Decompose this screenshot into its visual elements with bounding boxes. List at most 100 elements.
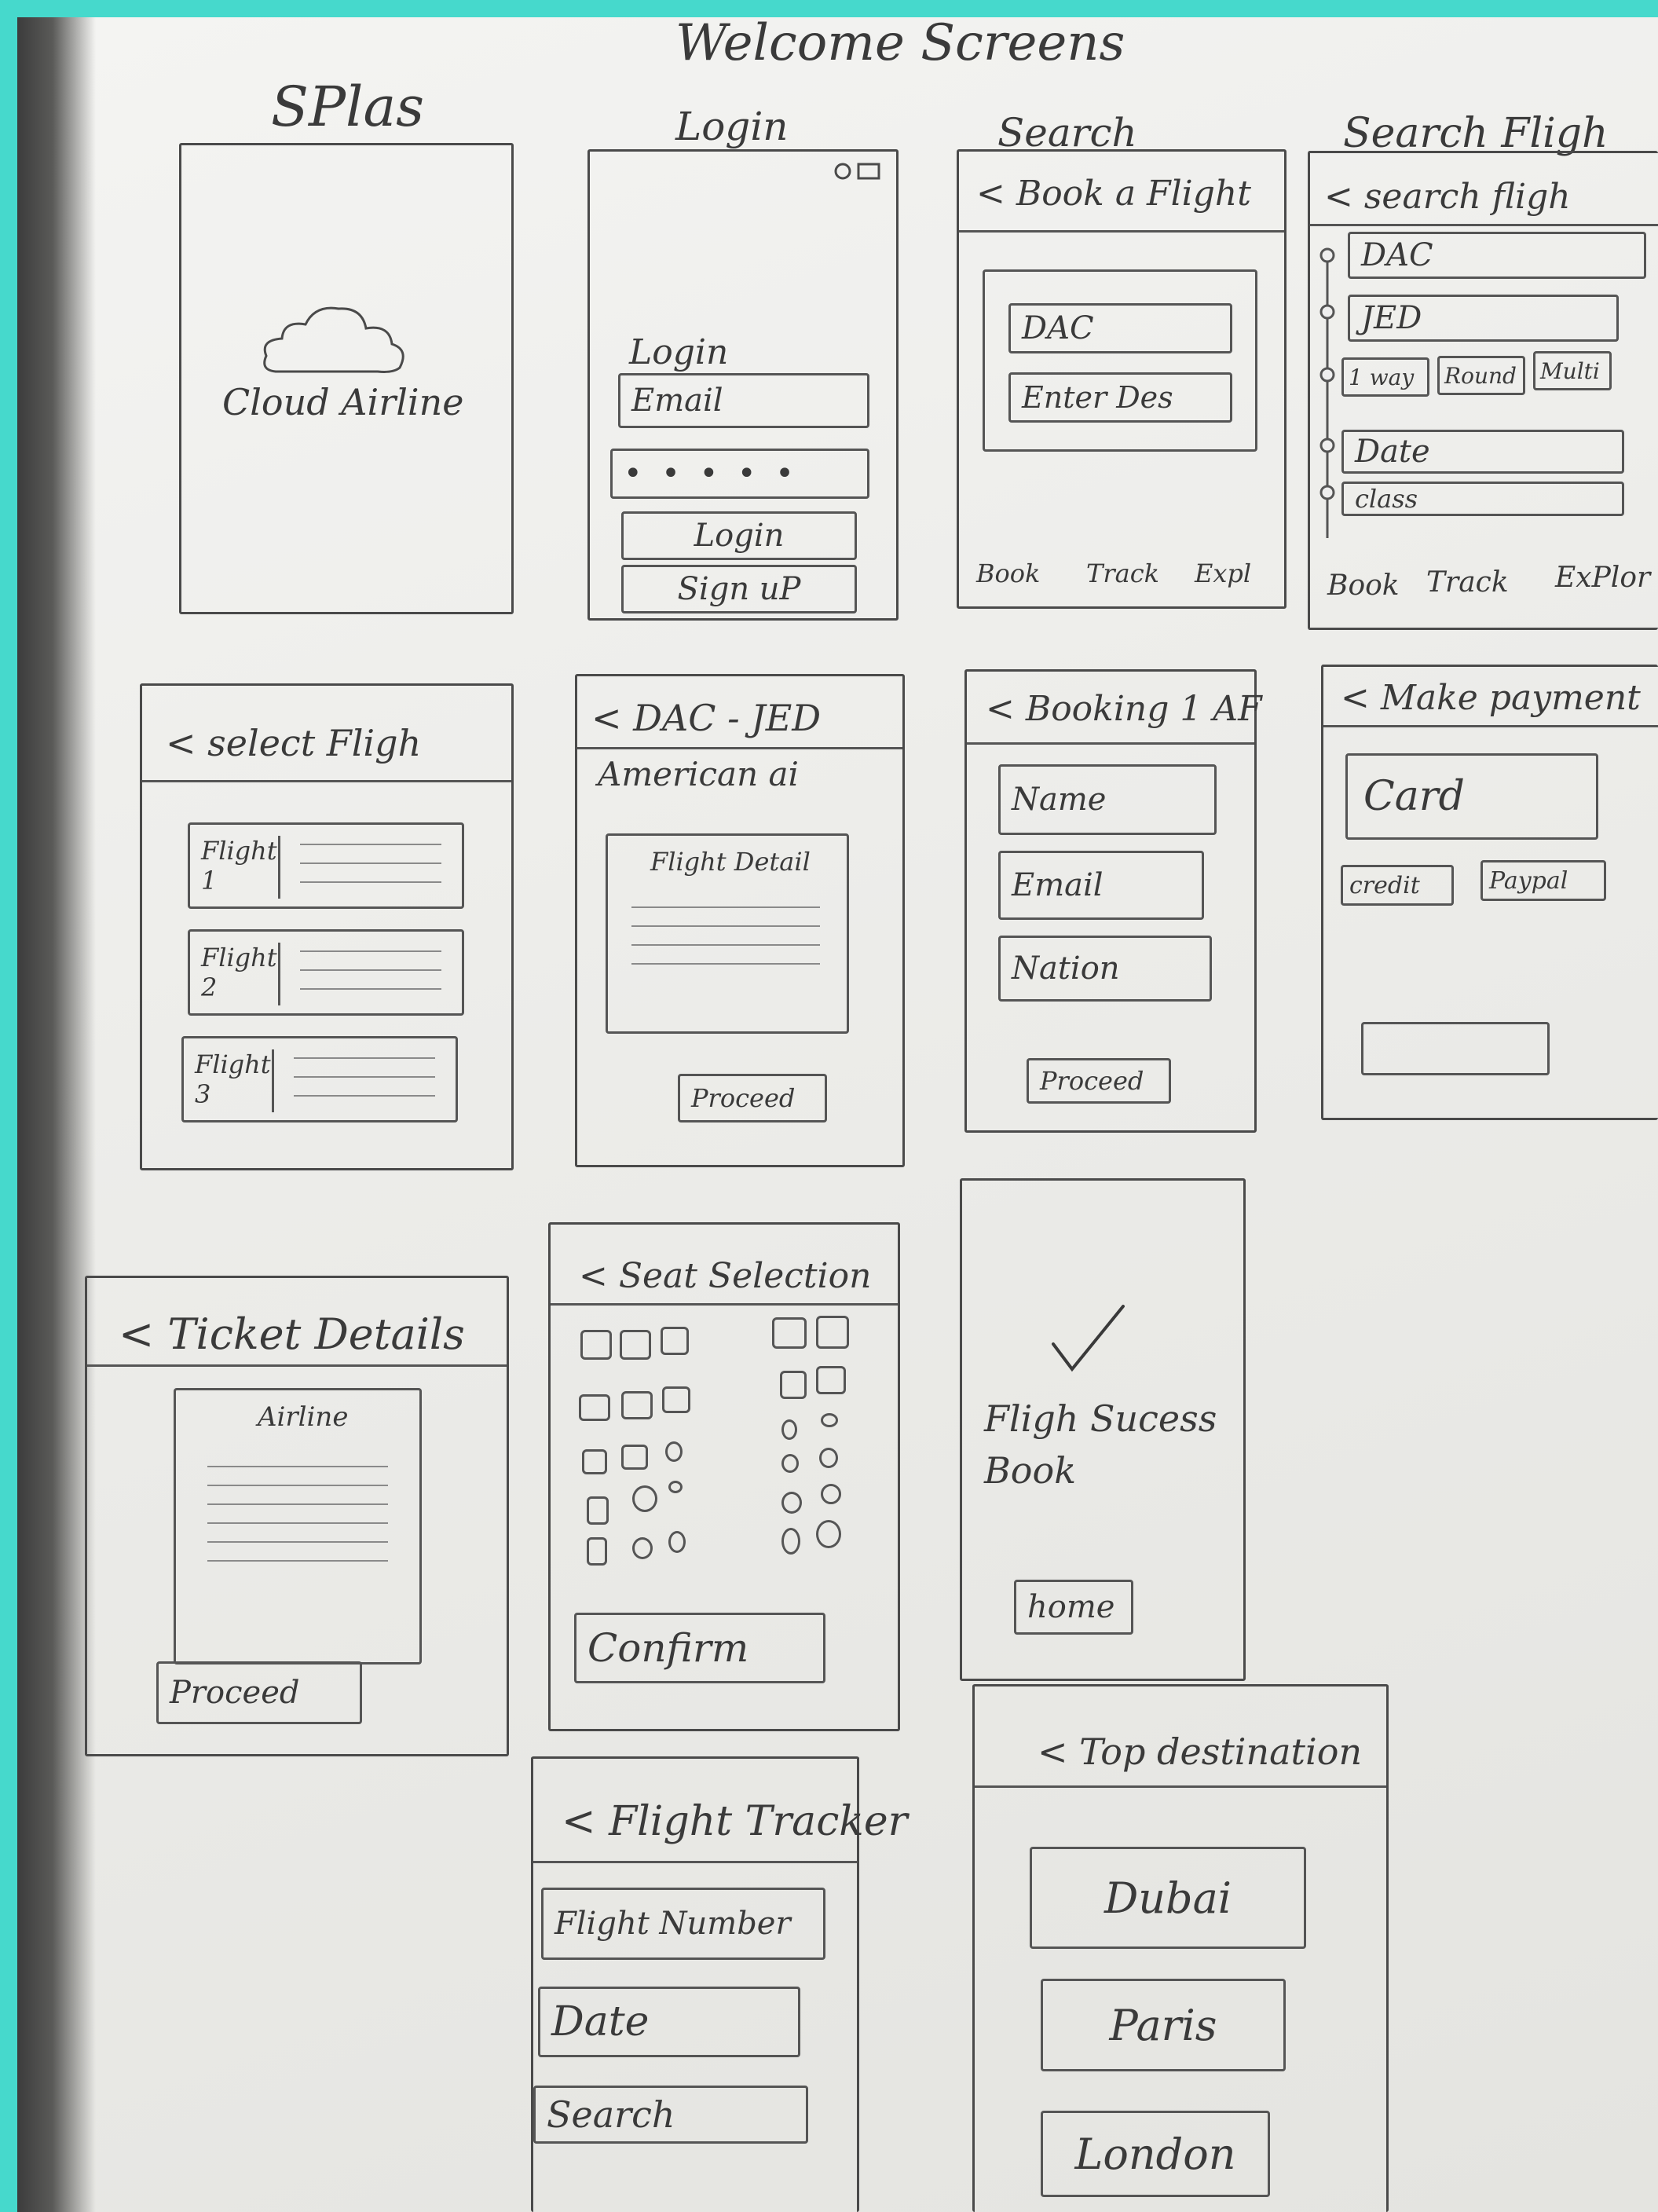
date-field[interactable]: Date xyxy=(538,1987,800,2057)
seat[interactable] xyxy=(661,1327,689,1355)
search-flight-screen: < search fligh DAC JED 1 way Round Multi… xyxy=(1308,151,1658,630)
seat-selection-header[interactable]: < Seat Selection xyxy=(579,1256,871,1296)
ticket-details-screen: < Ticket Details Airline Proceed xyxy=(85,1276,509,1756)
trip-round[interactable]: Round xyxy=(1437,356,1525,395)
seat[interactable] xyxy=(579,1394,610,1421)
trip-multi[interactable]: Multi xyxy=(1533,351,1612,390)
flight-card-1[interactable]: Flight 1 xyxy=(188,822,464,909)
flight-detail-header[interactable]: < DAC - JED xyxy=(591,697,821,739)
seat[interactable] xyxy=(816,1366,846,1394)
confirm-button[interactable]: Confirm xyxy=(574,1613,825,1683)
home-button[interactable]: home xyxy=(1014,1580,1133,1635)
splash-caption: SPlas xyxy=(271,75,425,139)
proceed-button[interactable]: Proceed xyxy=(678,1074,827,1122)
success-message: Fligh Sucess Book xyxy=(984,1397,1217,1492)
login-screen: Login Email • • • • • Login Sign uP xyxy=(587,149,899,621)
flight-detail-card: Flight Detail xyxy=(606,833,849,1034)
nav-track[interactable]: Track xyxy=(1086,558,1159,588)
flight-detail-screen: < DAC - JED American ai Flight Detail Pr… xyxy=(575,674,905,1167)
check-icon xyxy=(1052,1305,1125,1372)
card-field[interactable]: Card xyxy=(1345,753,1598,840)
seat[interactable] xyxy=(621,1445,648,1470)
sheet-heading: Welcome Screens xyxy=(675,14,1125,72)
login-form-title: Login xyxy=(629,332,729,372)
email-field[interactable]: Email xyxy=(998,851,1204,920)
seat[interactable] xyxy=(587,1496,609,1525)
flight-tracker-screen: < Flight Tracker Flight Number Date Sear… xyxy=(531,1756,907,2212)
pay-button[interactable] xyxy=(1361,1022,1550,1075)
signup-button[interactable]: Sign uP xyxy=(621,565,857,613)
nav-explore[interactable]: ExPlor xyxy=(1555,562,1650,594)
destination-london[interactable]: London xyxy=(1041,2111,1270,2197)
success-screen: Fligh Sucess Book home xyxy=(960,1178,1246,1681)
nation-field[interactable]: Nation xyxy=(998,936,1212,1002)
flight-card-3[interactable]: Flight 3 xyxy=(181,1036,458,1122)
seat[interactable] xyxy=(819,1448,838,1468)
seat[interactable] xyxy=(621,1391,653,1419)
select-flight-header[interactable]: < select Fligh xyxy=(166,722,421,764)
paper-shadow xyxy=(17,17,96,2212)
seat[interactable] xyxy=(781,1528,800,1555)
search-flight-header[interactable]: < search fligh xyxy=(1324,177,1571,217)
seat[interactable] xyxy=(668,1481,683,1493)
payment-header[interactable]: < Make payment xyxy=(1341,678,1641,718)
splash-screen: Cloud Airline xyxy=(179,143,514,614)
top-destination-header[interactable]: < Top destination xyxy=(1038,1730,1362,1773)
password-field[interactable]: • • • • • xyxy=(610,449,869,499)
trip-one-way[interactable]: 1 way xyxy=(1341,357,1429,397)
booking-screen: < Booking 1 AF Name Email Nation Proceed xyxy=(964,669,1262,1133)
class-field[interactable]: class xyxy=(1341,482,1624,516)
ticket-details-header[interactable]: < Ticket Details xyxy=(119,1309,465,1359)
seat[interactable] xyxy=(665,1441,683,1462)
nav-book[interactable]: Book xyxy=(976,558,1040,588)
airline-name: American ai xyxy=(598,755,799,793)
flight-card-2[interactable]: Flight 2 xyxy=(188,929,464,1016)
seat[interactable] xyxy=(781,1454,799,1473)
flight-tracker-header[interactable]: < Flight Tracker xyxy=(562,1798,907,1845)
to-field[interactable]: JED xyxy=(1348,295,1619,342)
nav-explore[interactable]: Expl xyxy=(1195,558,1251,588)
destination-dubai[interactable]: Dubai xyxy=(1030,1847,1306,1949)
seat[interactable] xyxy=(816,1316,849,1349)
search-screen: < Book a Flight DAC Enter Des Book Track… xyxy=(957,149,1287,609)
login-button[interactable]: Login xyxy=(621,511,857,560)
seat[interactable] xyxy=(662,1386,690,1413)
select-flight-screen: < select Fligh Flight 1 Flight 2 Flight … xyxy=(140,683,514,1170)
seat-selection-screen: < Seat Selection Confirm xyxy=(548,1222,900,1731)
nav-track[interactable]: Track xyxy=(1426,566,1509,599)
from-field[interactable]: DAC xyxy=(1348,232,1646,279)
destination-paris[interactable]: Paris xyxy=(1041,1979,1286,2071)
search-button[interactable]: Search xyxy=(533,2086,808,2144)
search-header[interactable]: < Book a Flight xyxy=(976,174,1251,214)
top-destination-screen: < Top destination Dubai Paris London xyxy=(972,1684,1389,2212)
seat[interactable] xyxy=(580,1330,612,1360)
route-timeline xyxy=(1319,247,1335,538)
seat[interactable] xyxy=(632,1485,657,1512)
nav-book[interactable]: Book xyxy=(1327,569,1400,602)
seat[interactable] xyxy=(816,1520,841,1548)
name-field[interactable]: Name xyxy=(998,764,1217,835)
proceed-button[interactable]: Proceed xyxy=(1027,1058,1171,1104)
seat[interactable] xyxy=(781,1492,802,1514)
flight-card-label: Flight 1 xyxy=(201,836,280,899)
seat[interactable] xyxy=(772,1317,807,1349)
seat[interactable] xyxy=(821,1484,841,1504)
seat[interactable] xyxy=(781,1419,797,1440)
seat[interactable] xyxy=(587,1537,607,1566)
seat[interactable] xyxy=(582,1449,607,1474)
seat[interactable] xyxy=(668,1531,686,1553)
seat[interactable] xyxy=(620,1330,651,1360)
flight-number-field[interactable]: Flight Number xyxy=(541,1888,825,1960)
from-field[interactable]: DAC xyxy=(1008,303,1232,353)
proceed-button[interactable]: Proceed xyxy=(156,1661,362,1724)
date-field[interactable]: Date xyxy=(1341,430,1624,474)
seat[interactable] xyxy=(632,1537,653,1559)
flight-detail-card-title: Flight Detail xyxy=(650,847,811,877)
seat[interactable] xyxy=(821,1413,838,1427)
credit-option[interactable]: credit xyxy=(1341,865,1454,906)
paypal-option[interactable]: Paypal xyxy=(1480,860,1606,901)
booking-header[interactable]: < Booking 1 AF xyxy=(986,689,1262,729)
email-field[interactable]: Email xyxy=(618,373,869,428)
destination-field[interactable]: Enter Des xyxy=(1008,372,1232,423)
seat[interactable] xyxy=(780,1371,807,1399)
